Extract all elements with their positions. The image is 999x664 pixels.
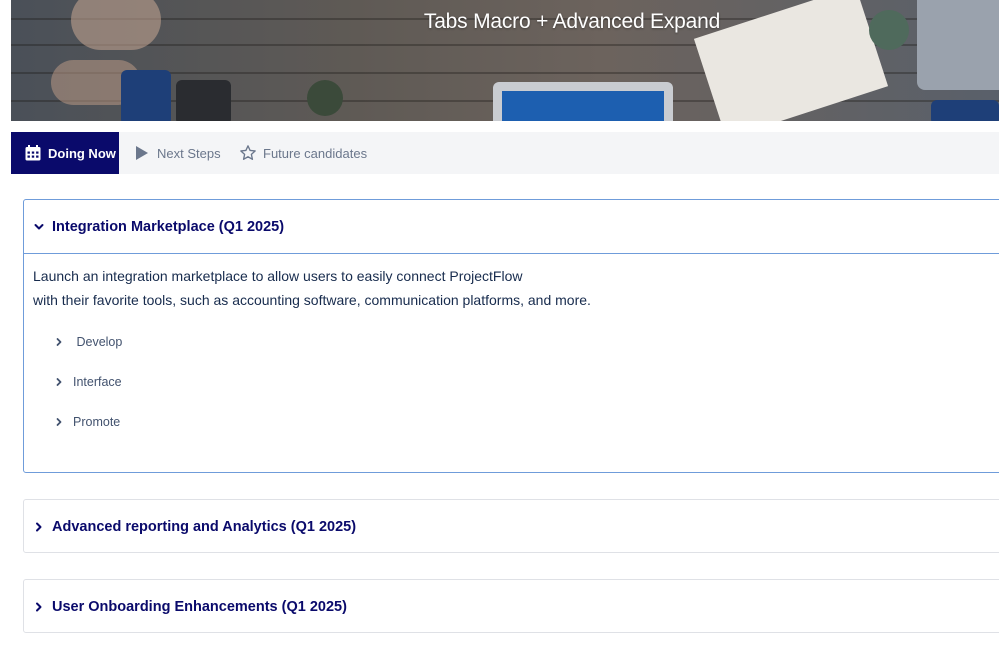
sub-expand-label: Interface	[73, 375, 122, 389]
description-line: with their favorite tools, such as accou…	[33, 292, 591, 308]
star-icon	[239, 144, 257, 162]
plant-decoration	[307, 80, 343, 116]
expand-panel-user-onboarding: User Onboarding Enhancements (Q1 2025)	[23, 579, 999, 633]
tab-future-candidates[interactable]: Future candidates	[239, 132, 367, 174]
expand-body: Launch an integration marketplace to all…	[24, 254, 999, 442]
chevron-right-icon	[53, 416, 65, 428]
chevron-right-icon	[32, 600, 46, 614]
tab-doing-now[interactable]: Doing Now	[11, 132, 119, 174]
screen-decoration	[502, 91, 664, 121]
sub-expand-label: Promote	[73, 415, 121, 429]
sub-expand-label: Develop	[73, 335, 123, 349]
expand-header[interactable]: Integration Marketplace (Q1 2025)	[24, 200, 999, 254]
expand-header[interactable]: User Onboarding Enhancements (Q1 2025)	[24, 580, 999, 633]
expand-header[interactable]: Advanced reporting and Analytics (Q1 202…	[24, 500, 999, 553]
expand-panel-advanced-reporting: Advanced reporting and Analytics (Q1 202…	[23, 499, 999, 553]
tab-next-steps[interactable]: Next Steps	[133, 132, 221, 174]
calendar-icon	[24, 144, 42, 162]
tab-label: Next Steps	[157, 145, 221, 161]
phone-decoration	[931, 100, 999, 121]
sub-expand-interface[interactable]: Interface	[33, 362, 999, 402]
play-icon	[133, 144, 151, 162]
tab-label: Future candidates	[263, 145, 368, 161]
expand-title: Integration Marketplace (Q1 2025)	[52, 218, 285, 235]
chevron-right-icon	[32, 520, 46, 534]
tab-bar: Doing Now Next Steps Future candidates	[11, 132, 999, 174]
expand-panel-integration-marketplace: Integration Marketplace (Q1 2025) Launch…	[23, 199, 999, 473]
sub-expand-develop[interactable]: Develop	[33, 322, 999, 362]
expand-title: Advanced reporting and Analytics (Q1 202…	[52, 518, 357, 535]
expand-title: User Onboarding Enhancements (Q1 2025)	[52, 598, 347, 615]
tab-label: Doing Now	[48, 145, 116, 161]
chevron-right-icon	[53, 376, 65, 388]
banner-title: Tabs Macro + Advanced Expand	[423, 10, 721, 33]
chevron-right-icon	[53, 336, 65, 348]
chevron-down-icon	[32, 220, 46, 234]
header-banner: Tabs Macro + Advanced Expand	[11, 0, 999, 121]
description-line: Launch an integration marketplace to all…	[33, 268, 523, 284]
sub-expand-promote[interactable]: Promote	[33, 402, 999, 442]
phone-decoration	[121, 70, 171, 121]
phone-decoration	[176, 80, 231, 121]
